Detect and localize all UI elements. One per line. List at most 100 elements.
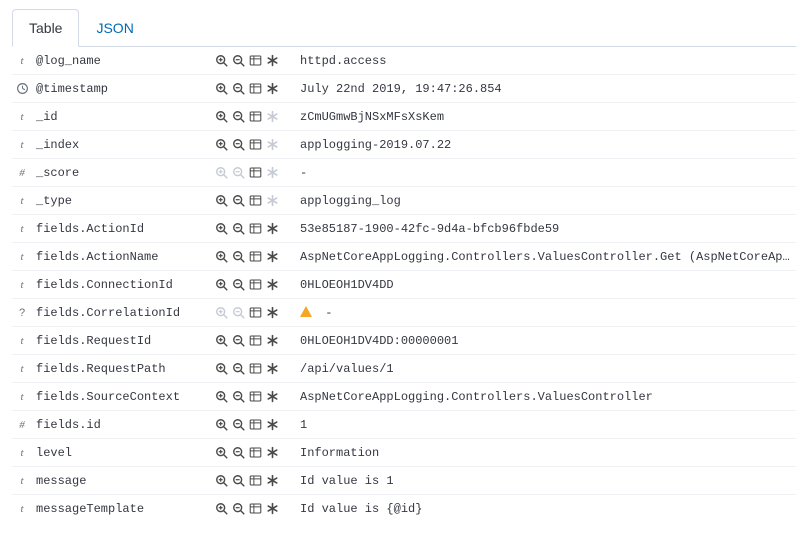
filter-out-value-icon[interactable]	[231, 501, 246, 516]
filter-exists-icon[interactable]	[265, 501, 280, 516]
filter-for-value-icon[interactable]	[214, 137, 229, 152]
field-name: fields.SourceContext	[32, 383, 210, 411]
filter-out-value-icon[interactable]	[231, 445, 246, 460]
field-actions	[210, 411, 296, 439]
filter-out-value-icon[interactable]	[231, 389, 246, 404]
table-row: tfields.ActionName AspNetCoreAppLogging.…	[12, 243, 796, 271]
filter-out-value-icon[interactable]	[231, 277, 246, 292]
toggle-column-icon[interactable]	[248, 417, 263, 432]
toggle-column-icon[interactable]	[248, 389, 263, 404]
filter-out-value-icon[interactable]	[231, 81, 246, 96]
filter-out-value-icon[interactable]	[231, 361, 246, 376]
field-value: zCmUGmwBjNSxMFsXsKem	[296, 103, 796, 131]
filter-exists-icon[interactable]	[265, 277, 280, 292]
filter-exists-icon[interactable]	[265, 221, 280, 236]
tab-table[interactable]: Table	[12, 9, 79, 47]
filter-exists-icon[interactable]	[265, 249, 280, 264]
field-actions	[210, 75, 296, 103]
filter-out-value-icon[interactable]	[231, 473, 246, 488]
field-value-text: 0HLOEOH1DV4DD:00000001	[300, 334, 458, 348]
field-value: 0HLOEOH1DV4DD:00000001	[296, 327, 796, 355]
field-value: -	[296, 159, 796, 187]
filter-for-value-icon[interactable]	[214, 501, 229, 516]
field-actions	[210, 467, 296, 495]
filter-exists-icon[interactable]	[265, 53, 280, 68]
field-value: /api/values/1	[296, 355, 796, 383]
toggle-column-icon[interactable]	[248, 361, 263, 376]
field-value-text: zCmUGmwBjNSxMFsXsKem	[300, 110, 444, 124]
field-actions	[210, 187, 296, 215]
toggle-column-icon[interactable]	[248, 333, 263, 348]
filter-for-value-icon	[214, 305, 229, 320]
field-value: -	[296, 299, 796, 327]
field-name: _score	[32, 159, 210, 187]
filter-for-value-icon[interactable]	[214, 221, 229, 236]
toggle-column-icon[interactable]	[248, 277, 263, 292]
table-row: #_score -	[12, 159, 796, 187]
table-row: tfields.RequestPath /api/values/1	[12, 355, 796, 383]
field-value: 0HLOEOH1DV4DD	[296, 271, 796, 299]
filter-out-value-icon[interactable]	[231, 53, 246, 68]
filter-for-value-icon[interactable]	[214, 193, 229, 208]
field-actions	[210, 131, 296, 159]
field-type-icon: #	[12, 411, 32, 439]
toggle-column-icon[interactable]	[248, 53, 263, 68]
filter-out-value-icon[interactable]	[231, 221, 246, 236]
filter-exists-icon	[265, 109, 280, 124]
filter-exists-icon[interactable]	[265, 445, 280, 460]
filter-out-value-icon[interactable]	[231, 249, 246, 264]
filter-for-value-icon[interactable]	[214, 109, 229, 124]
field-name: fields.RequestId	[32, 327, 210, 355]
filter-exists-icon[interactable]	[265, 361, 280, 376]
field-value: Id value is {@id}	[296, 495, 796, 523]
table-row: #fields.id 1	[12, 411, 796, 439]
filter-out-value-icon[interactable]	[231, 333, 246, 348]
filter-exists-icon[interactable]	[265, 417, 280, 432]
field-name: fields.RequestPath	[32, 355, 210, 383]
field-value-text: Id value is 1	[300, 474, 394, 488]
tab-json[interactable]: JSON	[79, 9, 150, 47]
filter-out-value-icon[interactable]	[231, 137, 246, 152]
filter-for-value-icon[interactable]	[214, 81, 229, 96]
filter-for-value-icon[interactable]	[214, 277, 229, 292]
field-type-icon: t	[12, 131, 32, 159]
field-name: _type	[32, 187, 210, 215]
filter-exists-icon[interactable]	[265, 81, 280, 96]
field-value: Information	[296, 439, 796, 467]
filter-for-value-icon[interactable]	[214, 473, 229, 488]
field-actions	[210, 439, 296, 467]
filter-for-value-icon[interactable]	[214, 249, 229, 264]
filter-exists-icon[interactable]	[265, 305, 280, 320]
toggle-column-icon[interactable]	[248, 501, 263, 516]
toggle-column-icon[interactable]	[248, 109, 263, 124]
toggle-column-icon[interactable]	[248, 137, 263, 152]
field-name: @log_name	[32, 47, 210, 75]
toggle-column-icon[interactable]	[248, 81, 263, 96]
field-value: Id value is 1	[296, 467, 796, 495]
filter-for-value-icon[interactable]	[214, 445, 229, 460]
filter-exists-icon[interactable]	[265, 389, 280, 404]
filter-for-value-icon[interactable]	[214, 361, 229, 376]
field-value: 1	[296, 411, 796, 439]
toggle-column-icon[interactable]	[248, 193, 263, 208]
field-actions	[210, 383, 296, 411]
field-name: fields.CorrelationId	[32, 299, 210, 327]
toggle-column-icon[interactable]	[248, 305, 263, 320]
filter-for-value-icon[interactable]	[214, 333, 229, 348]
filter-exists-icon[interactable]	[265, 333, 280, 348]
filter-out-value-icon[interactable]	[231, 417, 246, 432]
toggle-column-icon[interactable]	[248, 249, 263, 264]
field-value-text: /api/values/1	[300, 362, 394, 376]
toggle-column-icon[interactable]	[248, 165, 263, 180]
filter-out-value-icon[interactable]	[231, 109, 246, 124]
filter-for-value-icon[interactable]	[214, 53, 229, 68]
filter-for-value-icon[interactable]	[214, 417, 229, 432]
toggle-column-icon[interactable]	[248, 221, 263, 236]
filter-exists-icon[interactable]	[265, 473, 280, 488]
toggle-column-icon[interactable]	[248, 445, 263, 460]
filter-for-value-icon[interactable]	[214, 389, 229, 404]
field-value-text: applogging_log	[300, 194, 401, 208]
filter-for-value-icon	[214, 165, 229, 180]
toggle-column-icon[interactable]	[248, 473, 263, 488]
filter-out-value-icon[interactable]	[231, 193, 246, 208]
